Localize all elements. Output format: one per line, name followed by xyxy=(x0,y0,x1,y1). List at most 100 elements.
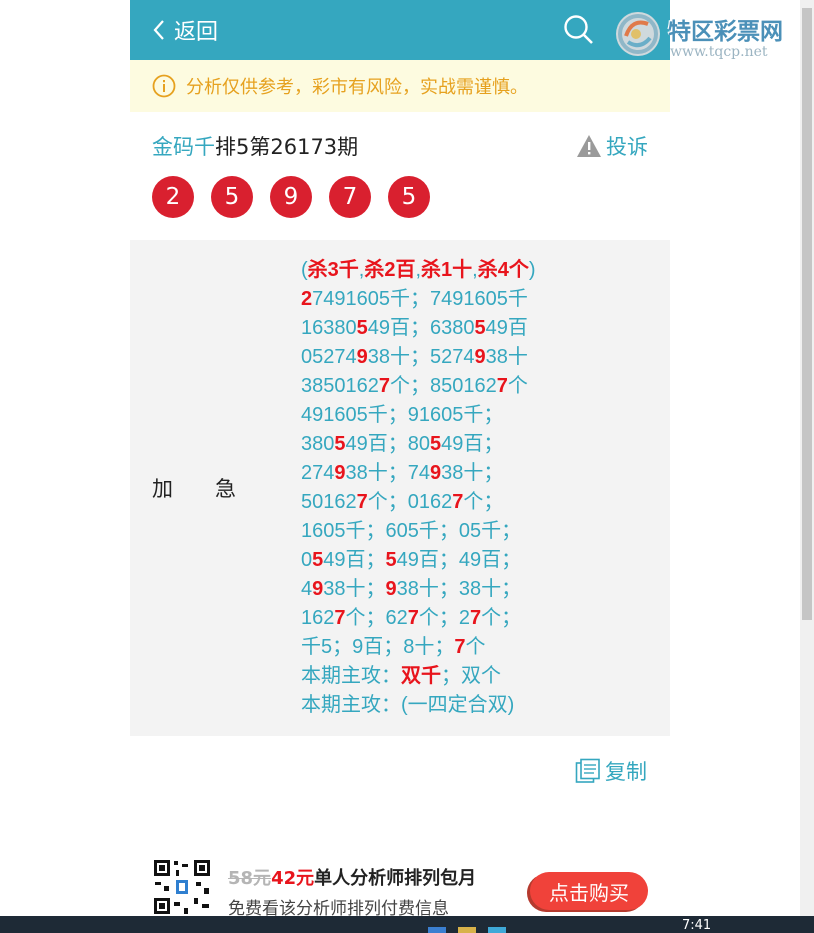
highlight-text: 9 xyxy=(312,578,324,600)
back-button[interactable]: 返回 xyxy=(152,14,218,46)
watermark-logo: 特区彩票网 www.tqcp.net xyxy=(612,8,812,64)
analysis-line: 1627个；627个；27个； xyxy=(301,604,651,633)
number-ball: 5 xyxy=(211,176,253,218)
analysis-text: 49百；6380 xyxy=(367,317,475,339)
issue-title: 排5第26173期 xyxy=(215,135,359,159)
analysis-text: 16380 xyxy=(301,317,357,339)
number-ball: 9 xyxy=(270,176,312,218)
analysis-text: 38十； xyxy=(323,578,386,600)
taskbar-app-icon[interactable] xyxy=(458,927,476,933)
analysis-text: 个；2 xyxy=(418,607,470,629)
analysis-text: 49百； xyxy=(323,549,386,571)
analysis-text: 38十； xyxy=(441,462,504,484)
analysis-text: 本期主攻： xyxy=(301,665,401,687)
analysis-text: 385016 xyxy=(301,375,368,397)
analysis-text: 274 xyxy=(301,462,335,484)
scrollbar-thumb[interactable] xyxy=(802,8,812,620)
highlight-text: 5 xyxy=(312,549,324,571)
analysis-text: 49百 xyxy=(485,317,528,339)
watermark-url: www.tqcp.net xyxy=(670,44,768,60)
analysis-text: 38十 xyxy=(485,346,528,368)
analysis-text: 380 xyxy=(301,433,335,455)
highlight-text: 杀2百 xyxy=(364,259,416,281)
highlight-text: 双千 xyxy=(401,665,441,687)
new-price: 42元 xyxy=(271,868,315,889)
highlight-text: 7 xyxy=(496,375,508,397)
info-icon xyxy=(152,74,176,98)
analysis-text: 05274 xyxy=(301,346,357,368)
copy-label: 复制 xyxy=(605,760,647,784)
highlight-text: 7 xyxy=(452,491,464,513)
top-bar: 返回 xyxy=(130,0,670,60)
panel-label-1: 加 xyxy=(152,477,173,501)
analysis-text: 38十；5274 xyxy=(367,346,475,368)
analysis-text: 1605千；605千；05千； xyxy=(301,520,522,542)
ad-title: 单人分析师排列包月 xyxy=(314,868,477,889)
panel-label: 加 急 xyxy=(152,240,278,736)
copy-icon xyxy=(575,758,600,783)
analysis-line: 千5；9百；8十；7个 xyxy=(301,633,651,662)
buy-button[interactable]: 点击购买 xyxy=(530,872,648,910)
number-ball: 7 xyxy=(329,176,371,218)
analysis-text: ( xyxy=(301,259,308,281)
analysis-line: 05274938十；5274938十 xyxy=(301,343,651,372)
analysis-text: 个 xyxy=(507,375,528,397)
clock: 7:41 xyxy=(682,918,712,933)
highlight-text: 9 xyxy=(334,462,346,484)
taskbar-app-icon[interactable] xyxy=(488,927,506,933)
scrollbar[interactable] xyxy=(800,0,814,916)
highlight-text: 7 xyxy=(454,636,466,658)
highlight-text: 2 xyxy=(301,288,313,310)
highlight-text: 杀1十 xyxy=(421,259,473,281)
search-icon[interactable] xyxy=(563,14,595,46)
back-label: 返回 xyxy=(174,20,219,45)
highlight-text: 7 xyxy=(334,607,346,629)
warning-icon xyxy=(577,135,601,157)
number-ball: 5 xyxy=(388,176,430,218)
highlight-text: 5 xyxy=(474,317,486,339)
highlight-text: 杀4个 xyxy=(477,259,529,281)
ad-title-line: 58元42元单人分析师排列包月 xyxy=(228,864,476,890)
analysis-text: ) xyxy=(528,259,536,281)
highlight-text: 7 xyxy=(378,375,390,397)
analysis-text: 个； xyxy=(463,491,504,513)
site-logo-icon xyxy=(616,12,660,56)
highlight-text: 7 xyxy=(356,491,368,513)
highlight-text: 9 xyxy=(474,346,486,368)
analysis-text: 49百；49百； xyxy=(396,549,522,571)
analysis-text: 个； xyxy=(481,607,522,629)
article-title-row: 金码千排5第26173期 投诉 xyxy=(152,128,648,164)
winning-numbers: 2 5 9 7 5 xyxy=(152,176,447,218)
analysis-text: 个；850162 xyxy=(390,375,497,397)
analysis-text: 个 xyxy=(465,636,486,658)
analysis-line: 本期主攻：(一四定合双) xyxy=(301,691,651,720)
analysis-text: 千5；9百；8十； xyxy=(301,636,455,658)
analysis-text: 个；62 xyxy=(345,607,408,629)
highlight-text: 9 xyxy=(356,346,368,368)
complaint-button[interactable]: 投诉 xyxy=(576,131,648,161)
analysis-line: 501627个；01627个； xyxy=(301,488,651,517)
analysis-text: 个；0162 xyxy=(367,491,453,513)
copy-button[interactable]: 复制 xyxy=(575,756,647,786)
analysis-text: 491605千；91605千； xyxy=(301,404,504,426)
panel-label-2: 急 xyxy=(215,477,236,501)
analysis-line: 380549百；80549百； xyxy=(301,430,651,459)
analysis-text: 2 xyxy=(345,491,357,513)
page: 返回 分析仅供参考，彩市有风险，实战需谨慎。 金码千排5第26173期 投诉 2… xyxy=(130,0,670,933)
analysis-line: 27491605千；7491605千 xyxy=(301,285,651,314)
analysis-line: 0549百；549百；49百； xyxy=(301,546,651,575)
author-link[interactable]: 金码千 xyxy=(152,135,215,159)
taskbar-app-icon[interactable] xyxy=(428,927,446,933)
analysis-line: 274938十；74938十； xyxy=(301,459,651,488)
analysis-line: 38501627个；8501627个 xyxy=(301,372,651,401)
analysis-text: 49百； xyxy=(441,433,504,455)
analysis-text: 4 xyxy=(301,578,313,600)
chevron-left-icon xyxy=(153,20,164,40)
highlight-text: 5 xyxy=(385,549,397,571)
analysis-text: ；双个 xyxy=(441,665,501,687)
analysis-text: 5016 xyxy=(301,491,346,513)
analysis-text: 38十；38十； xyxy=(396,578,522,600)
analysis-text: 7491605千；7491605千 xyxy=(312,288,528,310)
highlight-text: 7 xyxy=(407,607,419,629)
highlight-text: 9 xyxy=(430,462,442,484)
